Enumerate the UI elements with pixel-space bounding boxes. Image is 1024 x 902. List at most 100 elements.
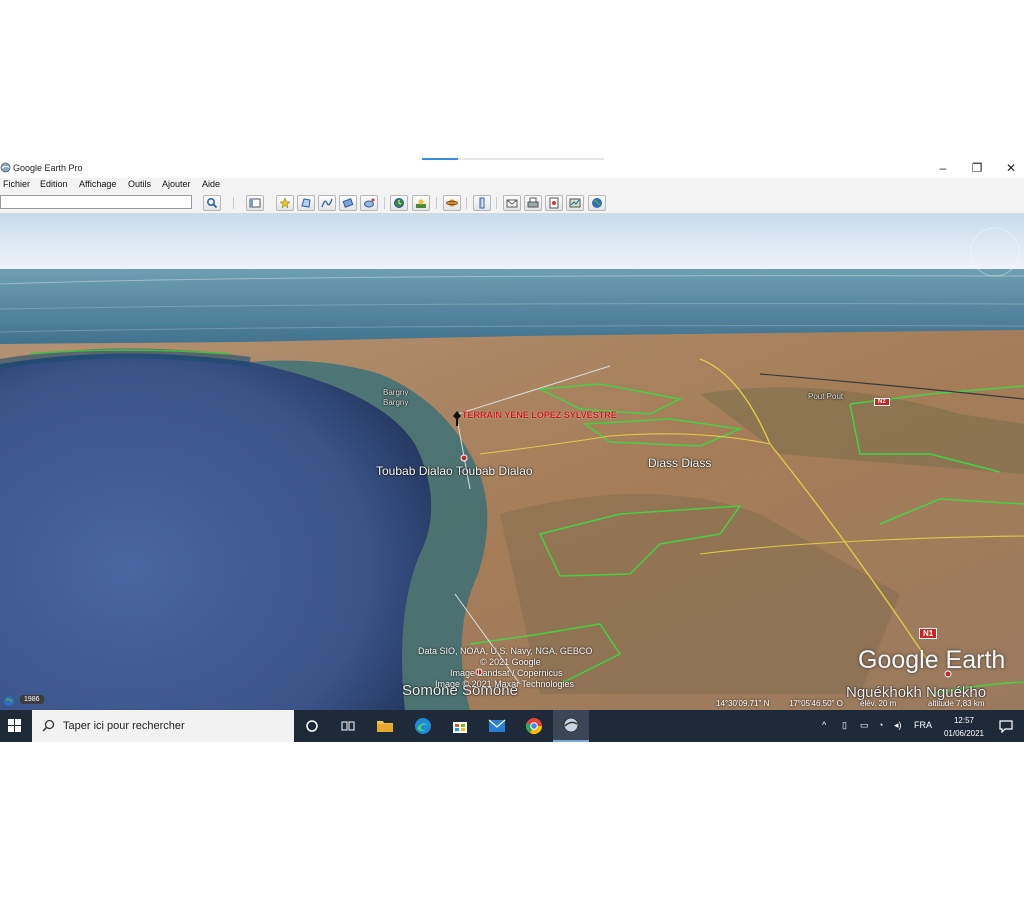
menu-bar: Fichier Edition Affichage Outils Ajouter…: [0, 178, 1024, 193]
loading-progress-bar: [422, 158, 604, 160]
tray-volume-icon[interactable]: ◂): [894, 720, 902, 731]
terrain-render: [0, 214, 1024, 710]
ruler-icon: [479, 197, 485, 209]
status-latitude: 14°30'09.71" N: [716, 699, 770, 708]
google-earth-window: Google Earth Pro – ❐ ✕ Fichier Edition A…: [0, 158, 1024, 742]
data-credit-line3: Image Landsat / Copernicus: [450, 668, 563, 678]
save-image-icon: [549, 197, 559, 209]
system-clock[interactable]: 12:57 01/06/2021: [932, 714, 996, 740]
google-earth-app-icon: [0, 162, 11, 173]
menu-outils[interactable]: Outils: [128, 179, 151, 189]
status-elevation: élév. 20 m: [860, 699, 897, 708]
ruler-button[interactable]: [473, 195, 491, 211]
store-button[interactable]: [442, 710, 478, 742]
menu-fichier[interactable]: Fichier: [3, 179, 30, 189]
close-button[interactable]: ✕: [996, 159, 1024, 177]
sidebar-toggle-button[interactable]: [246, 195, 264, 211]
planets-button[interactable]: [443, 195, 461, 211]
toolbar-separator: [436, 197, 437, 209]
sidebar-toggle-icon: [249, 198, 261, 208]
task-view-button[interactable]: [330, 710, 366, 742]
place-label-bargny-2: Bargny: [383, 398, 409, 407]
sunlight-icon: [416, 199, 426, 208]
menu-ajouter[interactable]: Ajouter: [162, 179, 191, 189]
search-icon: [207, 198, 218, 209]
save-image-button[interactable]: [545, 195, 563, 211]
earth-icon: [592, 198, 602, 208]
edge-button[interactable]: [405, 710, 441, 742]
road-shield-n1: N1: [919, 628, 938, 639]
tray-devices-icon[interactable]: ▯: [842, 720, 847, 731]
start-button[interactable]: [0, 710, 30, 742]
print-button[interactable]: [524, 195, 542, 211]
file-explorer-button[interactable]: [367, 710, 403, 742]
loading-progress-fill: [422, 158, 459, 160]
restore-button[interactable]: ❐: [962, 159, 992, 177]
tray-overflow-chevron-icon[interactable]: ^: [822, 720, 826, 730]
sunlight-button[interactable]: [412, 195, 430, 211]
google-earth-watermark: Google Earth: [858, 646, 1006, 674]
menu-aide[interactable]: Aide: [202, 179, 220, 189]
imagery-year-badge[interactable]: 1986: [20, 695, 44, 704]
tray-battery-icon[interactable]: ▭: [860, 720, 869, 731]
file-explorer-icon: [377, 721, 393, 732]
google-earth-icon: [563, 717, 579, 733]
email-icon: [506, 199, 518, 208]
notification-center-icon[interactable]: [999, 720, 1013, 733]
chrome-button[interactable]: [516, 710, 552, 742]
add-polygon-button[interactable]: [297, 195, 315, 211]
menu-affichage[interactable]: Affichage: [79, 179, 116, 189]
windows-logo-icon: [8, 719, 21, 732]
search-icon: [42, 719, 55, 732]
taskbar-search-placeholder: Taper ici pour rechercher: [63, 720, 185, 732]
overlay-icon: [342, 198, 354, 208]
record-tour-button[interactable]: [360, 195, 378, 211]
language-indicator[interactable]: FRA: [914, 720, 932, 730]
toolbar-separator: [233, 197, 234, 209]
add-placemark-button[interactable]: [276, 195, 294, 211]
windows-taskbar: Taper ici pour rechercher ^ ▯ ▭ ◔ ◂) FRA…: [0, 710, 1024, 742]
window-title: Google Earth Pro: [13, 163, 83, 173]
chrome-icon: [525, 718, 543, 735]
mail-icon: [488, 719, 506, 732]
mail-button[interactable]: [479, 710, 515, 742]
place-label-bargny: Bargny: [383, 388, 409, 397]
data-credit-line2: © 2021 Google: [480, 657, 541, 667]
status-longitude: 17°05'46.50" O: [789, 699, 843, 708]
search-input[interactable]: [0, 195, 192, 209]
view-in-maps-button[interactable]: [566, 195, 584, 211]
place-label-pout: Pout Pout: [808, 392, 844, 401]
data-credit-line4: Image © 2021 Maxar Technologies: [435, 679, 575, 689]
data-credit-line1: Data SIO, NOAA, U.S. Navy, NGA, GEBCO: [418, 646, 593, 656]
path-icon: [321, 198, 333, 208]
polygon-icon: [301, 198, 311, 208]
road-shield-n2: N2: [874, 398, 890, 406]
status-altitude: altitude 7,83 km: [928, 699, 985, 708]
clock-time: 12:57: [953, 716, 975, 725]
google-earth-taskbar-button[interactable]: [553, 710, 589, 742]
add-overlay-button[interactable]: [339, 195, 357, 211]
title-bar: Google Earth Pro – ❐ ✕: [0, 158, 1024, 178]
cortana-button[interactable]: [294, 710, 330, 742]
tray-network-icon[interactable]: ◔: [878, 720, 883, 730]
email-button[interactable]: [503, 195, 521, 211]
menu-edition[interactable]: Edition: [40, 179, 68, 189]
planets-icon: [446, 199, 458, 207]
record-tour-icon: [364, 198, 375, 208]
placemark-label[interactable]: TERRAIN YENE LOPEZ SYLVESTRE: [462, 410, 617, 420]
historical-imagery-button[interactable]: [390, 195, 408, 211]
view-in-maps-icon: [569, 198, 581, 208]
add-path-button[interactable]: [318, 195, 336, 211]
earth-3d-view[interactable]: TERRAIN YENE LOPEZ SYLVESTRE Bargny Barg…: [0, 214, 1024, 710]
taskbar-search-box[interactable]: Taper ici pour rechercher: [32, 710, 294, 742]
edge-icon: [415, 718, 431, 734]
earth-view-button[interactable]: [588, 195, 606, 211]
store-icon: [453, 722, 467, 733]
minimize-button[interactable]: –: [928, 159, 958, 177]
historical-imagery-icon: [394, 198, 404, 208]
place-label-toubab-dialao: Toubab Dialao Toubab Dialao: [376, 464, 533, 478]
place-label-diass: Diass Diass: [648, 456, 712, 470]
toolbar-separator: [384, 197, 385, 209]
toolbar-separator: [496, 197, 497, 209]
search-button[interactable]: [203, 195, 221, 211]
